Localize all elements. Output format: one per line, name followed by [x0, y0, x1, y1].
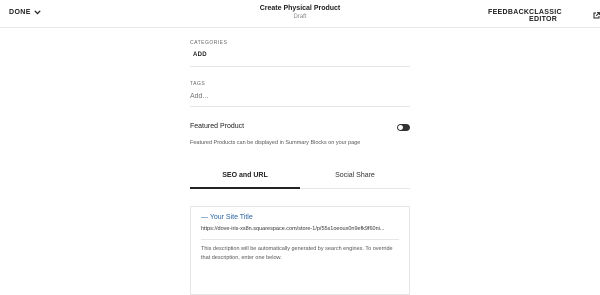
- toggle-knob: [398, 125, 403, 130]
- seo-preview-card: — Your Site Title https://dove-iris-xs8n…: [190, 206, 410, 295]
- featured-product-label: Featured Product: [190, 123, 245, 130]
- page-title: Create Physical Product: [259, 5, 341, 12]
- done-label: DONE: [9, 9, 31, 16]
- divider: [201, 239, 399, 240]
- classic-editor-label: CLASSIC EDITOR: [529, 9, 562, 23]
- divider: [190, 66, 410, 67]
- top-bar: DONE Create Physical Product Draft FEEDB…: [0, 0, 600, 28]
- tags-label: TAGS: [190, 81, 206, 87]
- tags-input[interactable]: [190, 90, 410, 102]
- divider: [190, 106, 410, 107]
- featured-product-toggle[interactable]: [397, 124, 410, 131]
- seo-preview-title: — Your Site Title: [201, 214, 253, 221]
- add-category-button[interactable]: ADD: [193, 52, 207, 58]
- seo-preview-description: This description will be automatically g…: [201, 246, 393, 261]
- featured-product-description: Featured Products can be displayed in Su…: [190, 140, 361, 146]
- chevron-down-icon: [34, 10, 41, 15]
- seo-preview-url: https://dove-iris-xs8n.squarespace.com/s…: [201, 226, 385, 232]
- draft-status: Draft: [293, 14, 307, 20]
- tab-social-share[interactable]: Social Share: [300, 166, 410, 188]
- tab-seo-and-url[interactable]: SEO and URL: [190, 166, 300, 189]
- external-link-icon: [593, 11, 600, 21]
- tab-bar: SEO and URL Social Share: [190, 166, 410, 189]
- classic-editor-button[interactable]: CLASSIC EDITOR: [529, 9, 600, 23]
- page-heading: Create Physical Product Draft: [200, 4, 400, 22]
- categories-label: CATEGORIES: [190, 40, 228, 46]
- feedback-button[interactable]: FEEDBACK: [488, 9, 529, 16]
- done-button[interactable]: DONE: [9, 9, 41, 16]
